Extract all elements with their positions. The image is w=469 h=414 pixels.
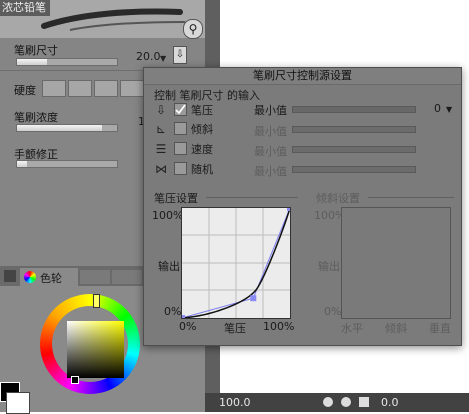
tilt-x-left-label: 水平 <box>341 322 363 335</box>
saturation-value-square[interactable] <box>67 321 124 378</box>
dialog-subtitle: 控制 笔刷尺寸 的输入 <box>154 89 260 102</box>
pressure-x-right-label: 100% <box>263 320 295 333</box>
hardness-step-1[interactable] <box>42 80 66 97</box>
tab-intermediate-color[interactable] <box>112 270 142 284</box>
tilt-x-mid-label: 倾斜 <box>385 322 407 335</box>
brush-size-label: 笔刷尺寸 <box>14 44 58 57</box>
stabilization-slider[interactable] <box>16 160 118 168</box>
tab-color-set[interactable] <box>80 270 110 284</box>
brush-name: 浓芯铅笔 <box>0 0 50 16</box>
pressure-checkbox[interactable] <box>174 103 187 116</box>
pressure-curve-graph[interactable] <box>181 207 291 319</box>
tilt-checkbox[interactable] <box>174 122 187 135</box>
hue-marker[interactable] <box>93 294 100 308</box>
pressure-min-label: 最小值 <box>254 104 287 117</box>
hardness-step-4[interactable] <box>120 80 144 97</box>
density-slider-fill <box>17 125 102 131</box>
density-slider[interactable] <box>16 124 118 132</box>
color-wheel-icon <box>24 271 36 283</box>
speed-label: 速度 <box>191 143 213 156</box>
random-icon: ⋈ <box>155 162 167 176</box>
random-label: 随机 <box>191 163 213 176</box>
canvas-status-bar: 100.0 0.0 <box>205 393 469 412</box>
speed-min-slider[interactable] <box>292 146 416 153</box>
brush-size-slider[interactable] <box>16 58 118 66</box>
rotation-value[interactable]: 0.0 <box>381 396 399 409</box>
brush-size-slider-fill <box>17 59 47 65</box>
brush-size-source-dialog: 笔刷尺寸控制源设置 控制 笔刷尺寸 的输入 ⇩ 笔压 最小值 0 ▼ ⊾ 倾斜 … <box>143 67 462 346</box>
tilt-icon: ⊾ <box>155 122 167 136</box>
chevron-down-icon[interactable]: ▼ <box>160 54 166 63</box>
pressure-min-slider[interactable] <box>292 106 416 113</box>
pressure-y-mid-label: 输出 <box>158 260 180 273</box>
tilt-y-bottom-label: 0% <box>324 305 342 318</box>
tilt-min-slider[interactable] <box>292 126 416 133</box>
density-label: 笔刷浓度 <box>14 111 58 124</box>
color-picker-cursor[interactable] <box>71 376 79 384</box>
random-min-label: 最小值 <box>254 165 287 178</box>
divider <box>206 197 298 198</box>
curve-control-point[interactable] <box>287 207 291 211</box>
speed-icon: ☰ <box>155 142 167 156</box>
sub-color-chip[interactable] <box>6 392 30 414</box>
pressure-x-mid-label: 笔压 <box>224 322 246 335</box>
random-checkbox[interactable] <box>174 162 187 175</box>
pen-pressure-icon: ⇩ <box>155 103 167 117</box>
zoom-out-icon[interactable] <box>323 397 333 407</box>
tilt-curve-graph <box>341 207 451 319</box>
dialog-title: 笔刷尺寸控制源设置 <box>144 68 461 85</box>
stabilization-slider-fill <box>17 161 27 167</box>
pressure-min-value[interactable]: 0 <box>434 102 441 115</box>
tilt-x-right-label: 垂直 <box>429 322 451 335</box>
zoom-brush-icon[interactable]: ⚲ <box>183 19 203 39</box>
random-min-slider[interactable] <box>292 166 416 173</box>
curve-control-point[interactable] <box>181 315 185 319</box>
tab-color-wheel[interactable]: 色轮 <box>20 268 78 286</box>
tilt-label: 倾斜 <box>191 123 213 136</box>
pen-pressure-toggle-icon[interactable]: ⇩ <box>173 46 187 64</box>
zoom-value[interactable]: 100.0 <box>219 396 251 409</box>
hardness-step-3[interactable] <box>94 80 118 97</box>
tilt-settings-title: 倾斜设置 <box>316 192 360 205</box>
zoom-in-icon[interactable] <box>341 397 351 407</box>
pressure-x-left-label: 0% <box>179 320 197 333</box>
pressure-y-top-label: 100% <box>152 209 184 222</box>
divider <box>368 197 454 198</box>
tilt-y-mid-label: 输出 <box>318 260 340 273</box>
brush-stroke-preview <box>41 8 186 31</box>
checkmark-icon <box>175 104 186 115</box>
pressure-label: 笔压 <box>191 104 213 117</box>
curve-control-point[interactable] <box>250 295 257 302</box>
pressure-y-bottom-label: 0% <box>164 305 182 318</box>
speed-checkbox[interactable] <box>174 142 187 155</box>
fit-icon[interactable] <box>359 397 369 407</box>
brush-size-value[interactable]: 20.0 <box>136 50 161 63</box>
pressure-settings-title: 笔压设置 <box>154 192 198 205</box>
tab-color-wheel-label: 色轮 <box>40 272 62 285</box>
hardness-step-2[interactable] <box>68 80 92 97</box>
tilt-min-label: 最小值 <box>254 125 287 138</box>
speed-min-label: 最小值 <box>254 145 287 158</box>
hardness-label: 硬度 <box>14 84 36 97</box>
chevron-down-icon[interactable]: ▼ <box>446 105 452 114</box>
panel-menu-icon[interactable] <box>4 270 16 282</box>
